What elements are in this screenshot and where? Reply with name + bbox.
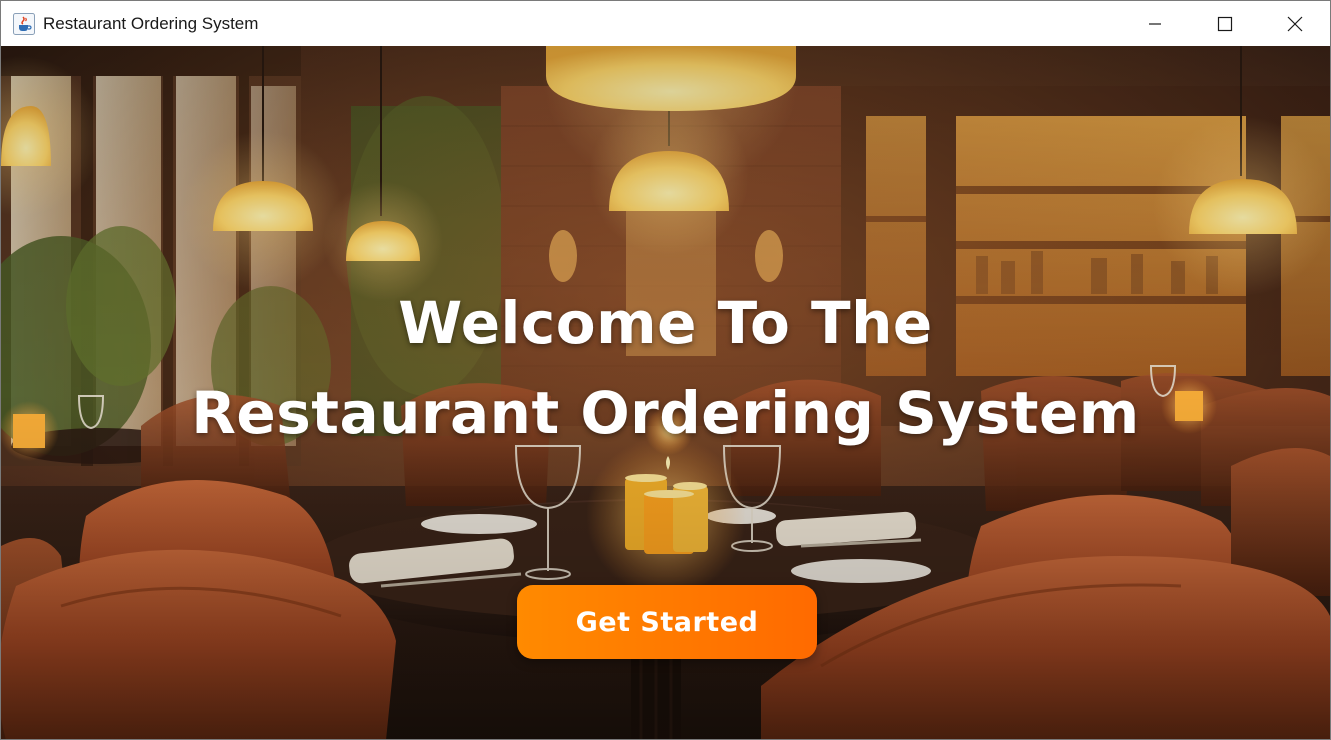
close-icon (1287, 16, 1303, 31)
welcome-heading: Welcome To The Restaurant Ordering Syste… (1, 278, 1330, 458)
window-title: Restaurant Ordering System (43, 13, 259, 33)
minimize-icon (1149, 22, 1161, 25)
get-started-button[interactable]: Get Started (517, 585, 817, 659)
welcome-panel: Welcome To The Restaurant Ordering Syste… (1, 46, 1330, 739)
app-window: Restaurant Ordering System Welcome To Th… (0, 0, 1331, 740)
maximize-icon (1217, 16, 1233, 31)
close-button[interactable] (1260, 1, 1330, 46)
maximize-button[interactable] (1190, 1, 1260, 46)
title-bar[interactable]: Restaurant Ordering System (1, 1, 1330, 46)
window-controls (1120, 1, 1330, 46)
welcome-heading-line1: Welcome To The (398, 289, 933, 357)
minimize-button[interactable] (1120, 1, 1190, 46)
welcome-heading-line2: Restaurant Ordering System (191, 379, 1140, 447)
java-cup-icon (13, 12, 35, 35)
